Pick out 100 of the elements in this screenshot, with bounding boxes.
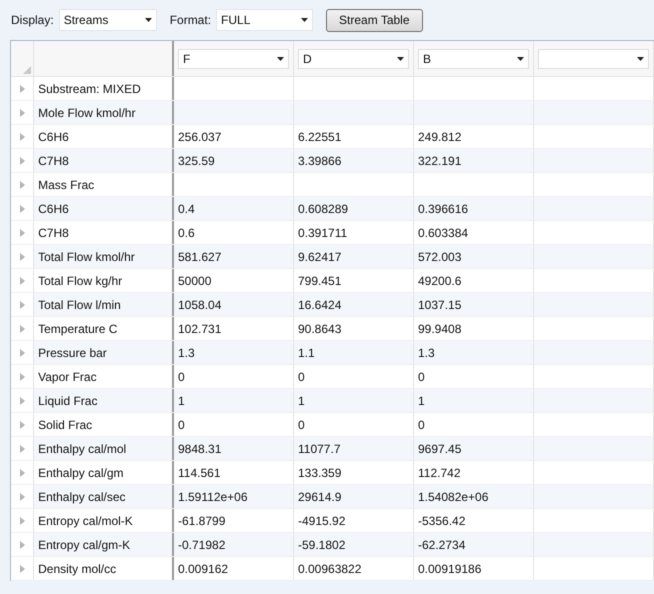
row-label: Enthalpy cal/mol	[38, 440, 126, 458]
table-cell-text: 1	[178, 392, 185, 410]
table-cell-text: 9848.31	[178, 440, 222, 458]
table-cell-text: 1.3	[418, 344, 435, 362]
table-cell-text: 322.191	[418, 152, 462, 170]
dropdown-caret-icon	[277, 56, 284, 60]
expand-arrow-icon[interactable]	[20, 396, 25, 404]
table-cell-text: 102.731	[178, 320, 222, 338]
table-cell-text: 0	[418, 416, 425, 434]
row-label: Liquid Frac	[38, 392, 98, 410]
table-cell-text: 799.451	[298, 272, 342, 290]
row-label: C7H8	[38, 224, 69, 242]
expand-arrow-icon[interactable]	[20, 420, 25, 428]
table-cell-text: 581.627	[178, 248, 222, 266]
table-cell-text: 0	[418, 368, 425, 386]
stream-dropdown[interactable]: B	[418, 48, 529, 68]
expand-arrow-icon[interactable]	[20, 324, 25, 332]
table-cell-text: 9697.45	[418, 440, 462, 458]
row-label: Temperature C	[38, 320, 118, 338]
table-cell-text: 29614.9	[298, 488, 342, 506]
table-cell-text: 249.812	[418, 128, 462, 146]
row-label: Mass Frac	[38, 176, 94, 194]
table-cell-text: 0.608289	[298, 200, 348, 218]
expand-arrow-icon[interactable]	[20, 372, 25, 380]
expand-arrow-icon[interactable]	[20, 156, 25, 164]
row-label: C7H8	[38, 152, 69, 170]
table-cell-text: 9.62417	[298, 248, 342, 266]
stream-table-button[interactable]: Stream Table	[326, 8, 423, 32]
stream-dropdown[interactable]	[538, 48, 649, 68]
expand-arrow-icon[interactable]	[20, 468, 25, 476]
table-cell-text: 133.359	[298, 464, 342, 482]
table-cell-text: 114.561	[178, 464, 220, 482]
display-label: Display:	[11, 12, 54, 29]
table-cell-text: 0.603384	[418, 224, 468, 242]
table-cell-text: 0	[178, 416, 185, 434]
table-cell-text: 0.009162	[178, 560, 228, 578]
row-label: Total Flow kmol/hr	[38, 248, 135, 266]
table-cell-text: 0.00963822	[298, 560, 362, 578]
expand-arrow-icon[interactable]	[20, 300, 25, 308]
expand-arrow-icon[interactable]	[20, 180, 25, 188]
table-cell-text: 0	[298, 416, 305, 434]
expand-arrow-icon[interactable]	[20, 252, 25, 260]
row-label: Pressure bar	[38, 344, 107, 362]
table-cell-text: 572.003	[418, 248, 462, 266]
table-cell-text: 3.39866	[298, 152, 342, 170]
table-cell-text: 1.54082e+06	[418, 488, 488, 506]
row-label: Enthalpy cal/gm	[38, 464, 124, 482]
table-cell-text: 1.59112e+06	[178, 488, 248, 506]
expand-arrow-icon[interactable]	[20, 204, 25, 212]
dropdown-caret-icon	[301, 18, 308, 22]
row-label: Density mol/cc	[38, 560, 116, 578]
dropdown-caret-icon	[144, 18, 152, 22]
table-cell-text: 1058.04	[178, 296, 222, 314]
row-label: Vapor Frac	[38, 368, 97, 386]
row-label: Entropy cal/mol-K	[38, 512, 133, 530]
dropdown-caret-icon	[397, 56, 404, 60]
table-cell-text: 1	[418, 392, 425, 410]
table-cell-text: 1037.15	[418, 296, 462, 314]
table-cell-text: 49200.6	[418, 272, 462, 290]
select-all-corner-icon[interactable]	[23, 66, 32, 74]
table-cell-text: 0.4	[178, 200, 195, 218]
expand-arrow-icon[interactable]	[20, 108, 25, 116]
row-label: Entropy cal/gm-K	[38, 536, 130, 554]
table-cell-text: 1.3	[178, 344, 195, 362]
table-cell-text: 90.8643	[298, 320, 342, 338]
stream-dropdown[interactable]: F	[178, 48, 289, 68]
expand-arrow-icon[interactable]	[20, 276, 25, 284]
table-cell-text: 0.6	[178, 224, 195, 242]
table-cell-text: 325.59	[178, 152, 215, 170]
expand-arrow-icon[interactable]	[20, 492, 25, 500]
expand-arrow-icon[interactable]	[20, 516, 25, 524]
stream-dropdown[interactable]: D	[298, 48, 409, 68]
display-dropdown[interactable]: Streams	[58, 9, 157, 31]
table-cell-text: 0	[178, 368, 185, 386]
table-cell-text: 256.037	[178, 128, 222, 146]
table-cell-text: 16.6424	[298, 296, 342, 314]
table-cell-text: 112.742	[418, 464, 460, 482]
table-cell-text: 0.396616	[418, 200, 468, 218]
expand-arrow-icon[interactable]	[20, 132, 25, 140]
row-label: Total Flow kg/hr	[38, 272, 122, 290]
expand-arrow-icon[interactable]	[20, 444, 25, 452]
expand-arrow-icon[interactable]	[20, 84, 25, 92]
format-label: Format:	[170, 12, 212, 29]
row-label: Mole Flow kmol/hr	[38, 104, 136, 122]
expand-arrow-icon[interactable]	[20, 564, 25, 572]
table-cell-text: 6.22551	[298, 128, 342, 146]
table-cell-text: -4915.92	[298, 512, 346, 530]
table-cell-text: -61.8799	[178, 512, 226, 530]
dropdown-caret-icon	[637, 56, 644, 60]
expand-arrow-icon[interactable]	[20, 348, 25, 356]
table-cell-text: 50000	[178, 272, 212, 290]
table-cell-text: 99.9408	[418, 320, 462, 338]
table-cell-text: -59.1802	[298, 536, 346, 554]
row-label: Enthalpy cal/sec	[38, 488, 126, 506]
format-dropdown[interactable]: FULL	[216, 9, 314, 31]
expand-arrow-icon[interactable]	[20, 228, 25, 236]
expand-arrow-icon[interactable]	[20, 540, 25, 548]
table-cell-text: 1.1	[298, 344, 315, 362]
row-label: C6H6	[38, 128, 69, 146]
table-cell-text: 1	[298, 392, 305, 410]
